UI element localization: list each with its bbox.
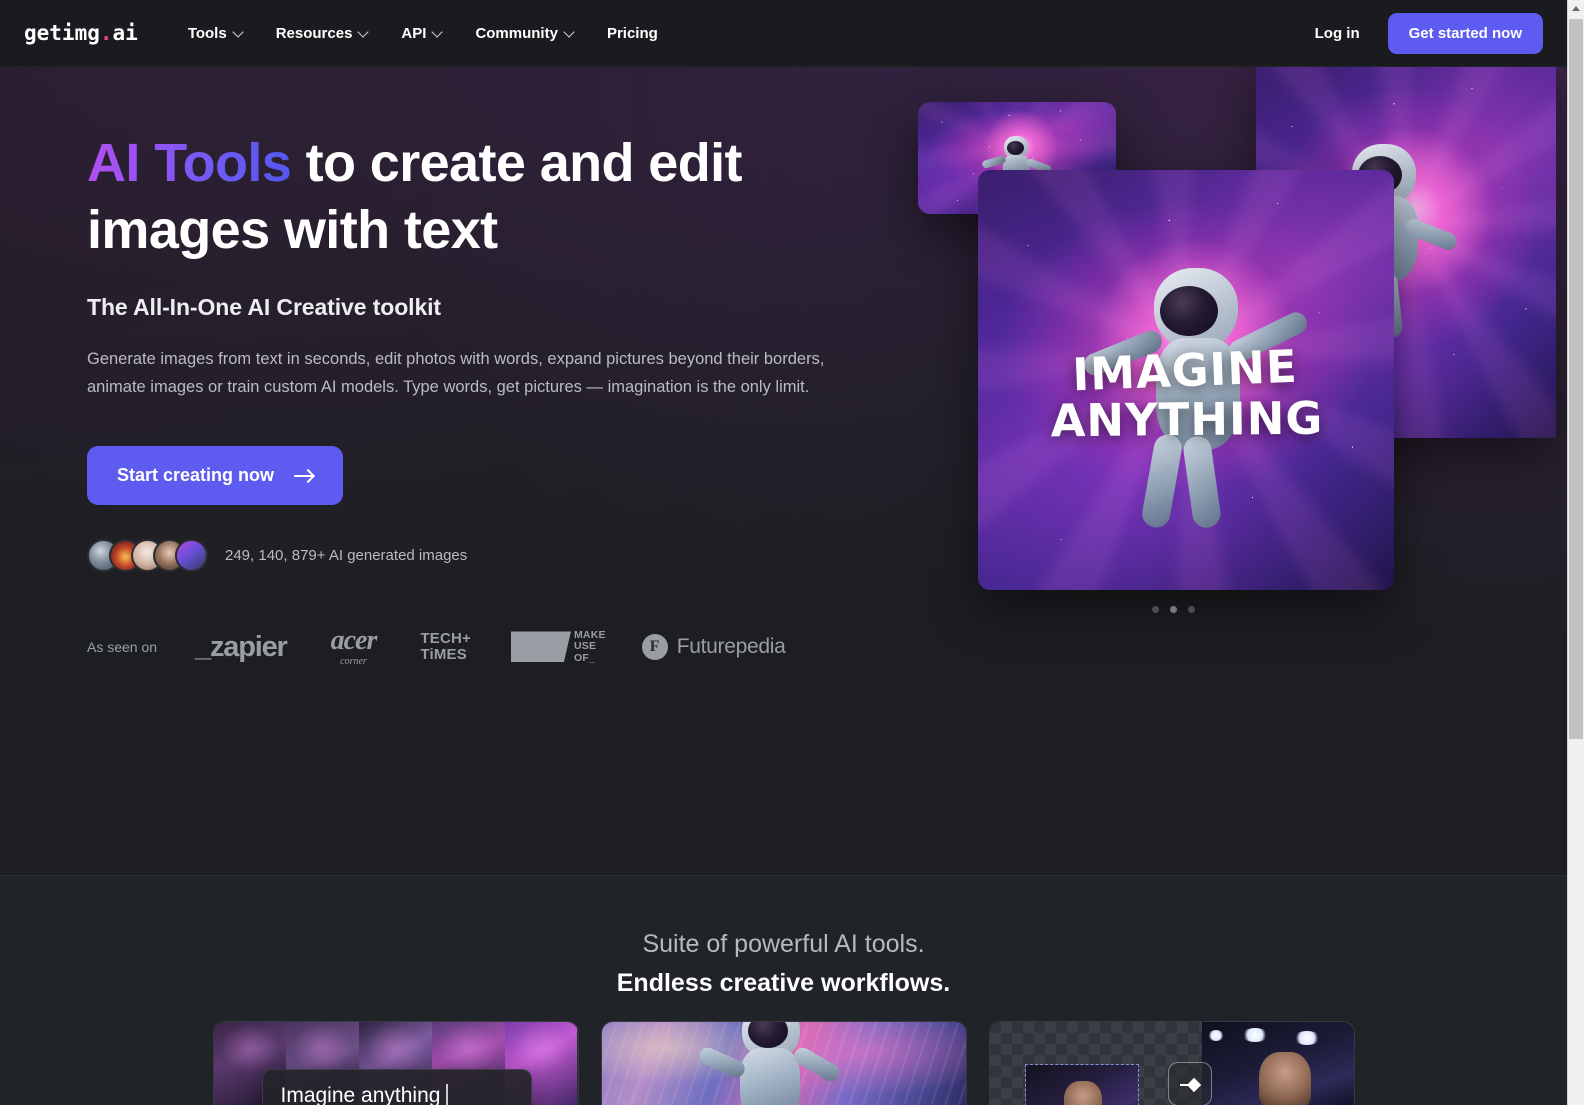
hero-copy: AI Tools to create and edit images with … [87,130,897,572]
hero-description: Generate images from text in seconds, ed… [87,349,825,397]
brand-logo-acer: acer corner [330,625,378,667]
convert-arrow-button[interactable] [1167,1062,1212,1105]
carousel-dot[interactable] [1152,606,1159,613]
nav-item-label: Resources [275,24,353,42]
social-proof: 249, 140, 879+ AI generated images [87,538,897,572]
logo-dot: . [99,21,113,45]
futurepedia-badge-icon: F [641,634,668,660]
before-image [1024,1064,1139,1105]
portrait-subject [1063,1080,1102,1105]
chevron-down-icon [433,27,443,37]
after-image [1201,1022,1354,1105]
nav-item-label: Community [475,24,558,42]
carousel-dots [1152,606,1195,613]
generated-images-count: 249, 140, 879+ AI generated images [225,546,468,564]
prompt-input-value: Imagine anything [280,1084,441,1105]
headline-highlight: AI Tools [87,133,292,193]
nav-item-api[interactable]: API [385,17,459,50]
chevron-down-icon [234,27,244,37]
nav-item-label: Tools [187,24,227,42]
brand-logo-acer-name: acer [330,625,378,656]
nav-item-pricing[interactable]: Pricing [591,17,674,50]
muo-line2: USE [573,640,597,653]
prompt-input[interactable]: Imagine anything [261,1069,532,1105]
avatar [175,538,208,572]
page-root: getimg.ai Tools Resources API Community … [0,0,1584,1105]
artwork-caption-line2: ANYTHING [1050,391,1324,448]
main-nav: Tools Resources API Community Pricing [172,17,674,50]
brand-logo-techtimes: TECH+ TiMES [420,631,471,663]
page-scrollbar[interactable] [1567,0,1584,1105]
get-started-button[interactable]: Get started now [1387,12,1543,54]
makeuseof-slab-icon [510,631,571,663]
brand-logo-futurepedia: F Futurepedia [641,634,786,660]
hero-image-main: IMAGINE ANYTHING [978,170,1394,590]
start-creating-button[interactable]: Start creating now [87,445,344,505]
tool-card-background-remover[interactable] [988,1021,1355,1105]
hero-section: AI Tools to create and edit images with … [0,67,1567,875]
logo-text: getimg [24,21,100,45]
nav-item-community[interactable]: Community [459,17,591,50]
nav-item-label: API [401,24,427,42]
login-link[interactable]: Log in [1301,17,1374,50]
chevron-down-icon [359,27,369,37]
tools-section-heading: Suite of powerful AI tools. Endless crea… [0,876,1567,998]
as-seen-on-label: As seen on [87,639,158,655]
brand-logo-techtimes-line2: TiMES [420,646,467,663]
portrait-subject [1259,1051,1311,1105]
nav-item-resources[interactable]: Resources [260,17,386,50]
as-seen-on-row: As seen on _zapier acer corner TECH+ TiM… [87,625,786,667]
start-creating-label: Start creating now [117,464,275,485]
brand-logo-makeuseof-words: MAKE USE OF_ [573,629,606,664]
site-header: getimg.ai Tools Resources API Community … [0,0,1567,67]
tools-section: Suite of powerful AI tools. Endless crea… [0,875,1567,1105]
scrollbar-thumb[interactable] [1569,19,1583,739]
site-logo[interactable]: getimg.ai [24,21,138,45]
arrow-right-icon [1180,1078,1199,1091]
tool-card-text-to-image[interactable]: Imagine anything [212,1021,579,1105]
astronaut-figure [694,1022,844,1105]
carousel-dot[interactable] [1188,606,1195,613]
tools-heading-line2: Endless creative workflows. [616,969,951,997]
logo-suffix: ai [112,21,138,45]
header-actions: Log in Get started now [1301,12,1543,54]
chevron-down-icon [565,27,575,37]
brand-logo-zapier: _zapier [195,630,288,663]
artwork-caption: IMAGINE ANYTHING [978,340,1394,449]
hero-artwork: IMAGINE ANYTHING [880,67,1567,620]
text-cursor [446,1084,449,1105]
nav-item-tools[interactable]: Tools [172,17,260,50]
tools-heading-line1: Suite of powerful AI tools. [642,930,925,958]
brand-logo-techtimes-line1: TECH+ [420,630,471,648]
tool-card-ai-art-generator[interactable] [600,1021,967,1105]
tool-cards: Imagine anything [0,1021,1567,1105]
nav-item-label: Pricing [606,24,658,42]
muo-line3: OF_ [573,651,595,664]
scroll-up-arrow-icon[interactable] [1568,0,1584,17]
arrow-right-icon [294,469,314,482]
avatar-group [87,538,208,572]
page-title: AI Tools to create and edit images with … [87,130,897,264]
brand-logo-futurepedia-name: Futurepedia [676,635,786,658]
brand-logo-makeuseof: MAKE USE OF_ [510,629,606,664]
brand-logo-acer-sub: corner [340,656,367,667]
hero-subheading: The All-In-One AI Creative toolkit [87,293,441,320]
carousel-dot-active[interactable] [1170,606,1177,613]
